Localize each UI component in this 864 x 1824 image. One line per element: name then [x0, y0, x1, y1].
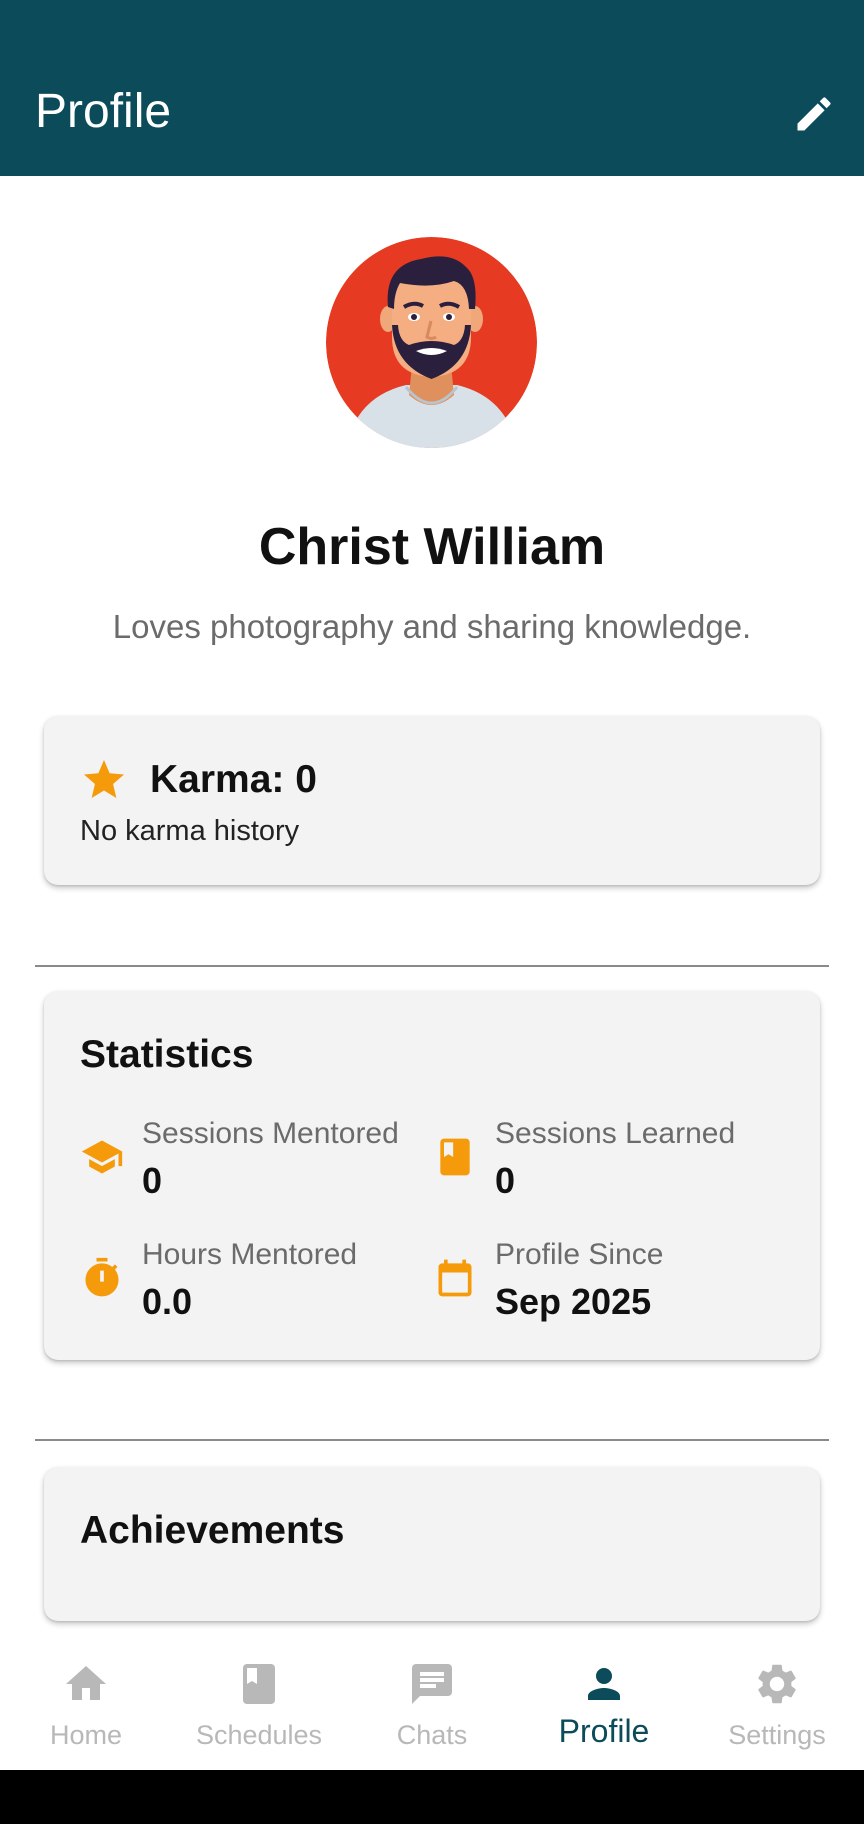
karma-card: Karma: 0 No karma history: [44, 716, 820, 885]
profile-name: Christ William: [258, 518, 606, 576]
stat-profile-since: Profile Since Sep 2025: [433, 1236, 753, 1326]
person-icon: [588, 1668, 620, 1700]
page-title: Profile: [35, 85, 172, 138]
karma-history-text: No karma history: [80, 815, 300, 847]
avatar: [326, 237, 537, 448]
stat-label: Hours Mentored: [142, 1238, 358, 1271]
statistics-card: Statistics Sessions Mentored 0 Sessions …: [44, 991, 820, 1360]
stat-label: Sessions Mentored: [142, 1117, 399, 1150]
statistics-title: Statistics: [80, 1033, 254, 1076]
nav-label: Chats: [396, 1720, 468, 1750]
nav-item-home[interactable]: Home: [0, 1640, 172, 1770]
app-bar: Profile: [0, 0, 864, 176]
bottom-navigation: Home Schedules Chats Profile Settings: [0, 1640, 864, 1770]
avatar-illustration: [326, 237, 537, 448]
star-icon: [84, 760, 124, 798]
timer-icon: [85, 1257, 119, 1297]
nav-label: Home: [49, 1720, 123, 1750]
profile-bio: Loves photography and sharing knowledge.: [112, 608, 752, 645]
graduation-cap-icon: [81, 1140, 123, 1174]
section-divider: [35, 965, 829, 967]
stat-hours-mentored: Hours Mentored 0.0: [80, 1236, 400, 1326]
stat-sessions-mentored: Sessions Mentored 0: [80, 1115, 400, 1205]
system-navigation-bar: [0, 1770, 864, 1824]
nav-item-chats[interactable]: Chats: [346, 1640, 518, 1770]
nav-label: Profile: [558, 1713, 650, 1749]
stat-value: 0: [495, 1160, 516, 1201]
section-divider: [35, 1439, 829, 1441]
book-icon: [440, 1138, 470, 1176]
nav-label: Settings: [728, 1720, 826, 1750]
stat-label: Profile Since: [495, 1238, 664, 1271]
nav-item-profile[interactable]: Profile: [518, 1640, 690, 1770]
achievements-title: Achievements: [80, 1509, 345, 1552]
stat-sessions-learned: Sessions Learned 0: [433, 1115, 753, 1205]
stat-value: Sep 2025: [495, 1281, 652, 1322]
achievements-card: Achievements: [44, 1467, 820, 1621]
nav-item-schedules[interactable]: Schedules: [173, 1640, 345, 1770]
calendar-icon: [438, 1259, 472, 1297]
karma-title: Karma: 0: [150, 758, 317, 801]
nav-label: Schedules: [195, 1720, 323, 1750]
gear-icon: [758, 1664, 796, 1704]
chat-icon: [412, 1664, 452, 1704]
stat-label: Sessions Learned: [495, 1117, 736, 1150]
stat-value: 0.0: [142, 1281, 193, 1322]
stat-value: 0: [142, 1160, 163, 1201]
edit-profile-button[interactable]: [784, 84, 844, 144]
book-icon: [243, 1664, 275, 1704]
pencil-icon: [797, 97, 831, 131]
nav-item-settings[interactable]: Settings: [691, 1640, 863, 1770]
home-icon: [66, 1666, 106, 1700]
